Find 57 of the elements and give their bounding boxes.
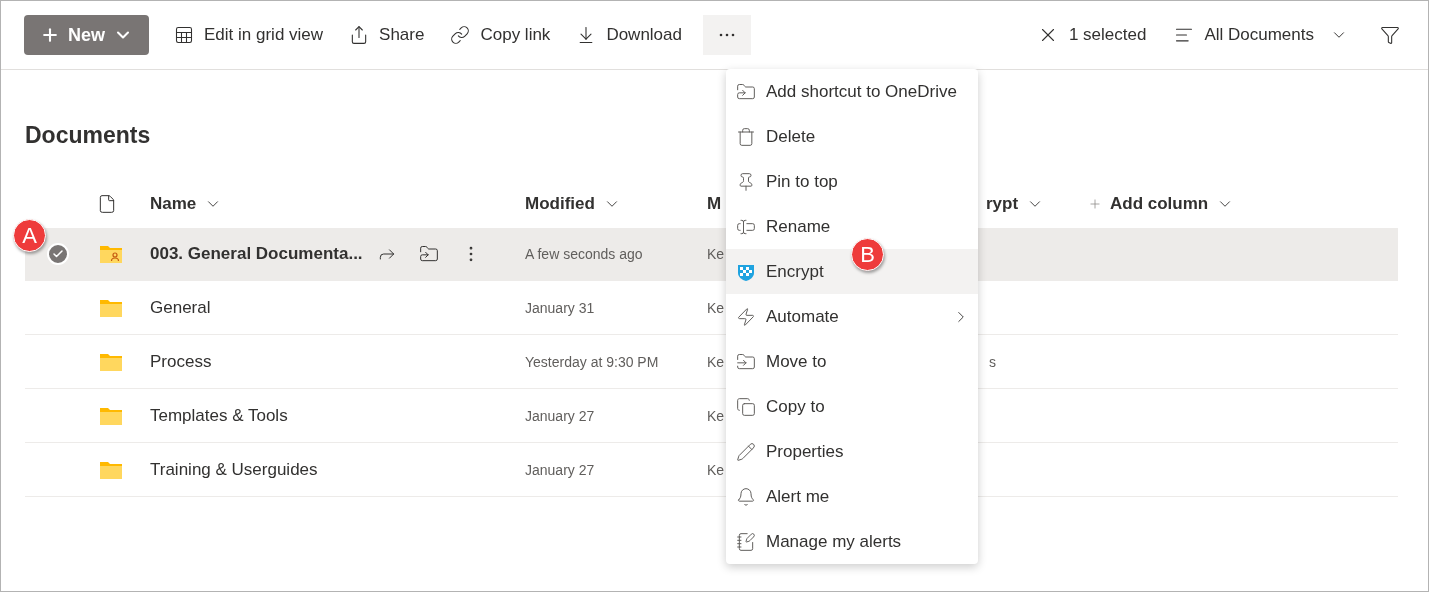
table-cell: Ke	[707, 461, 725, 478]
folder-arrow-icon	[736, 351, 756, 372]
callout-badge: A	[13, 219, 46, 252]
table-cell: Ke	[707, 407, 725, 424]
notepad-icon	[736, 531, 756, 552]
checkmark-icon[interactable]	[47, 243, 69, 265]
toolbar-button[interactable]: Edit in grid view	[161, 15, 337, 55]
table-cell: Ke	[707, 246, 725, 262]
menu-item[interactable]: Manage my alerts	[726, 519, 978, 564]
file-name[interactable]: General	[150, 294, 211, 321]
file-name[interactable]: Process	[150, 348, 212, 375]
folder-icon	[99, 351, 123, 372]
bell-icon	[736, 486, 756, 507]
file-name[interactable]: Templates & Tools	[150, 402, 288, 429]
clear-selection-button[interactable]: 1 selected	[1028, 15, 1155, 55]
file-icon	[97, 194, 117, 214]
modified-date: January 27	[525, 461, 595, 478]
new-button[interactable]: New	[24, 15, 149, 55]
table-cell: Ke	[707, 299, 725, 316]
menu-item[interactable]: Move to	[726, 339, 978, 384]
column-header[interactable]: Name	[150, 191, 223, 217]
column-header[interactable]: Add column	[1088, 191, 1235, 217]
shared-folder-icon	[99, 244, 123, 264]
plus-icon	[1088, 197, 1102, 211]
table-cell: s	[989, 353, 996, 370]
trash-icon	[736, 126, 756, 147]
page-title: Documents	[25, 121, 151, 150]
modified-date: A few seconds ago	[525, 246, 643, 262]
copy-icon	[736, 396, 756, 417]
view-dropdown[interactable]: All Documents	[1166, 15, 1356, 55]
modified-date: January 27	[525, 407, 595, 424]
menu-item[interactable]: Pin to top	[726, 159, 978, 204]
file-name[interactable]: Training & Userguides	[150, 456, 318, 483]
pencil-icon	[736, 441, 756, 462]
toolbar-button[interactable]: Share	[336, 15, 438, 55]
toolbar-button[interactable]: Copy link	[437, 15, 564, 55]
table-cell: Ke	[707, 353, 725, 370]
toolbar-button[interactable]: Download	[563, 15, 695, 55]
plus-icon	[40, 25, 60, 45]
file-name[interactable]: 003. General Documenta...	[150, 241, 363, 267]
menu-item[interactable]: Delete	[726, 114, 978, 159]
folder-link-icon	[736, 81, 756, 102]
column-header[interactable]: Modified	[525, 191, 621, 217]
lightning-icon	[736, 306, 756, 327]
folder-icon	[99, 459, 123, 480]
folder-link-icon[interactable]	[418, 244, 439, 264]
menu-item[interactable]: Add shortcut to OneDrive	[726, 69, 978, 114]
more-icon	[719, 33, 735, 37]
folder-icon	[99, 405, 123, 426]
link-icon	[450, 25, 471, 45]
folder-icon	[99, 297, 123, 318]
modified-date: January 31	[525, 299, 595, 316]
filter-icon	[1380, 25, 1400, 45]
column-header[interactable]: rypt	[986, 191, 1045, 217]
grid-icon	[174, 25, 194, 45]
modified-date: Yesterday at 9:30 PM	[525, 353, 659, 370]
column-header[interactable]: M	[707, 191, 722, 217]
